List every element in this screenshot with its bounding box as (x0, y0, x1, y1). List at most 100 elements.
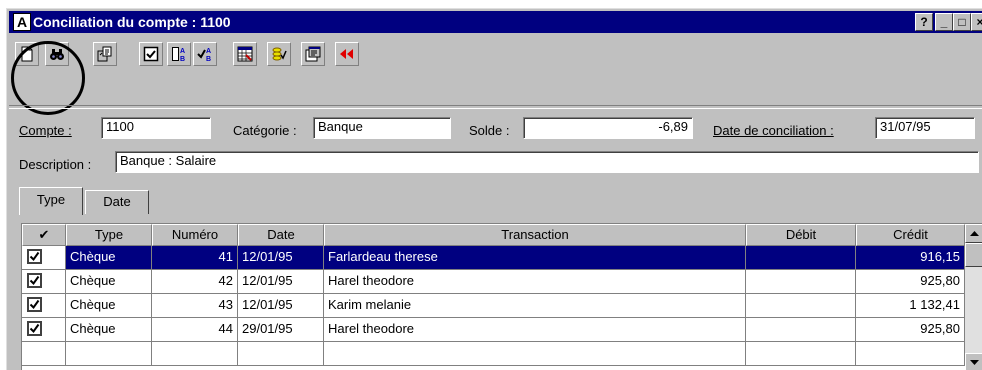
rewind-icon (340, 49, 353, 59)
header-transaction[interactable]: Transaction (324, 224, 746, 246)
table-cell-partial[interactable] (856, 342, 965, 366)
table-cell-debit[interactable] (746, 246, 856, 270)
scroll-thumb[interactable] (965, 243, 982, 267)
properties-icon (305, 46, 321, 62)
table-cell-date[interactable]: 29/01/95 (238, 318, 324, 342)
new-document-button[interactable] (15, 42, 39, 66)
table-cell-partial[interactable] (238, 342, 324, 366)
row-checkbox[interactable] (27, 321, 42, 336)
binoculars-icon (50, 49, 64, 60)
table-cell-partial[interactable] (746, 342, 856, 366)
table-cell-transaction[interactable]: Karim melanie (324, 294, 746, 318)
table-cell-credit[interactable]: 925,80 (856, 270, 965, 294)
table-cell-type[interactable]: Chèque (66, 270, 152, 294)
table-cell-numero[interactable]: 44 (152, 318, 238, 342)
table-cell-partial[interactable] (22, 342, 66, 366)
date-conciliation-label: Date de conciliation : (713, 123, 834, 138)
table-cell-transaction[interactable]: Harel theodore (324, 270, 746, 294)
down-arrow-icon (970, 360, 979, 365)
tab-type[interactable]: Type (19, 187, 83, 215)
row-checkbox[interactable] (27, 273, 42, 288)
title-bar[interactable]: A Conciliation du compte : 1100 ? _ □ × (9, 11, 982, 33)
coins-check-button[interactable] (267, 42, 291, 66)
svg-text:B: B (206, 56, 211, 62)
row-checkbox-cell[interactable] (22, 294, 66, 318)
check-icon (29, 251, 40, 262)
header-credit[interactable]: Crédit (856, 224, 965, 246)
table-cell-type[interactable]: Chèque (66, 246, 152, 270)
paste-button[interactable] (93, 42, 117, 66)
categorie-field[interactable]: Banque (313, 117, 451, 139)
sort-ab-icon: AB (172, 47, 185, 62)
row-checkbox[interactable] (27, 297, 42, 312)
table-cell-numero[interactable]: 41 (152, 246, 238, 270)
svg-text:A: A (206, 48, 211, 55)
check-icon (29, 299, 40, 310)
scroll-up-button[interactable] (965, 224, 982, 243)
table-cell-debit[interactable] (746, 270, 856, 294)
check-icon (29, 323, 40, 334)
solde-label: Solde : (469, 123, 510, 138)
table-cell-date[interactable]: 12/01/95 (238, 246, 324, 270)
svg-text:B: B (180, 56, 185, 62)
checkbox-icon (143, 46, 159, 62)
spreadsheet-icon (237, 46, 253, 62)
sort-button[interactable]: AB (167, 42, 191, 66)
header-check[interactable]: ✔ (22, 224, 66, 246)
table-cell-debit[interactable] (746, 318, 856, 342)
scroll-down-button[interactable] (965, 353, 982, 370)
date-conciliation-field[interactable]: 31/07/95 (875, 117, 975, 139)
table-cell-transaction[interactable]: Harel theodore (324, 318, 746, 342)
table-cell-credit[interactable]: 925,80 (856, 318, 965, 342)
tab-date[interactable]: Date (85, 190, 149, 214)
solde-field[interactable]: -6,89 (523, 117, 693, 139)
reconciliation-window: A Conciliation du compte : 1100 ? _ □ × … (6, 8, 982, 370)
check-button[interactable] (139, 42, 163, 66)
svg-text:A: A (180, 48, 185, 55)
description-field[interactable]: Banque : Salaire (115, 151, 979, 173)
close-button[interactable]: × (971, 13, 982, 31)
table-cell-credit[interactable]: 1 132,41 (856, 294, 965, 318)
properties-button[interactable] (301, 42, 325, 66)
toolbar-divider (9, 105, 982, 109)
find-button[interactable] (45, 42, 69, 66)
minimize-button[interactable]: _ (935, 13, 953, 31)
table-cell-credit[interactable]: 916,15 (856, 246, 965, 270)
compte-label: Compte : (19, 123, 72, 138)
row-checkbox[interactable] (27, 249, 42, 264)
table-cell-debit[interactable] (746, 294, 856, 318)
header-debit[interactable]: Débit (746, 224, 856, 246)
table-cell-type[interactable]: Chèque (66, 294, 152, 318)
header-numero[interactable]: Numéro (152, 224, 238, 246)
table-cell-numero[interactable]: 43 (152, 294, 238, 318)
table-cell-partial[interactable] (66, 342, 152, 366)
check-icon (29, 275, 40, 286)
description-label: Description : (19, 157, 92, 172)
app-icon[interactable]: A (13, 13, 31, 31)
row-checkbox-cell[interactable] (22, 246, 66, 270)
new-document-icon (21, 46, 33, 62)
table-cell-type[interactable]: Chèque (66, 318, 152, 342)
table-cell-numero[interactable]: 42 (152, 270, 238, 294)
check-sort-button[interactable]: AB (193, 42, 217, 66)
table-cell-partial[interactable] (152, 342, 238, 366)
maximize-button[interactable]: □ (953, 13, 971, 31)
compte-field[interactable]: 1100 (101, 117, 211, 139)
header-type[interactable]: Type (66, 224, 152, 246)
table-cell-partial[interactable] (324, 342, 746, 366)
up-arrow-icon (970, 231, 979, 236)
rewind-button[interactable] (335, 42, 359, 66)
window-title: Conciliation du compte : 1100 (33, 14, 231, 30)
header-date[interactable]: Date (238, 224, 324, 246)
toolbar: AB AB (9, 35, 982, 105)
row-checkbox-cell[interactable] (22, 318, 66, 342)
table-cell-date[interactable]: 12/01/95 (238, 270, 324, 294)
spreadsheet-button[interactable] (233, 42, 257, 66)
help-button[interactable]: ? (915, 13, 933, 31)
transactions-table: ✔ Type Numéro Date Transaction Débit Cré… (21, 223, 982, 370)
vertical-scrollbar[interactable] (965, 224, 982, 370)
row-checkbox-cell[interactable] (22, 270, 66, 294)
coins-check-icon (272, 47, 287, 61)
table-cell-date[interactable]: 12/01/95 (238, 294, 324, 318)
table-cell-transaction[interactable]: Farlardeau therese (324, 246, 746, 270)
